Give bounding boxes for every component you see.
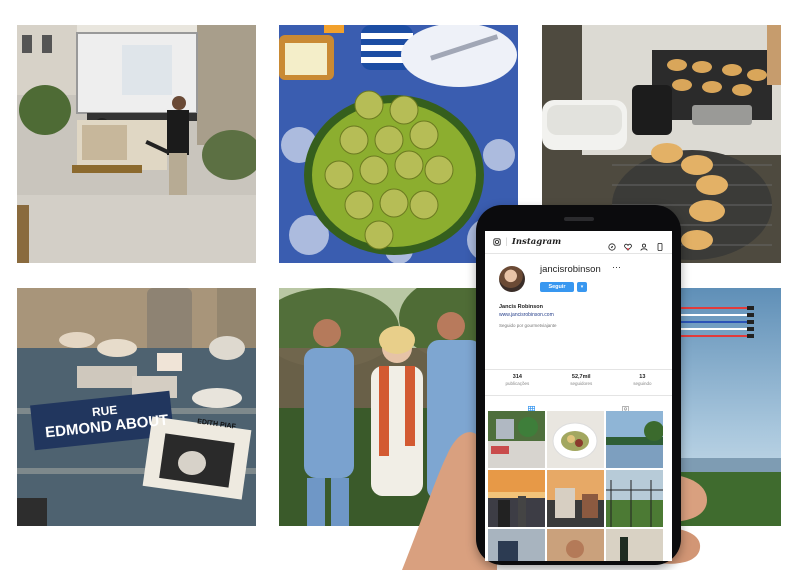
camera-icon [493, 238, 501, 246]
grid-view-icon[interactable] [528, 400, 536, 413]
followed-by-text[interactable]: Seguido por gourmetviajante [499, 323, 557, 328]
instagram-header: | Instagram [485, 231, 672, 254]
post-thumbnail[interactable] [547, 529, 604, 561]
post-thumbnail[interactable] [547, 411, 604, 468]
profile-icon[interactable] [640, 238, 648, 251]
post-thumbnail[interactable] [488, 529, 545, 561]
profile-website-link[interactable]: www.jancisrobinson.com [499, 312, 554, 318]
stat-posts-value: 314 [512, 374, 522, 380]
post-grid [485, 411, 672, 561]
instagram-brand[interactable]: | Instagram [493, 237, 561, 247]
compass-icon[interactable] [608, 238, 616, 251]
tile-truck-delivery[interactable] [17, 25, 256, 263]
avatar[interactable] [499, 266, 525, 292]
profile-stats: 314 publicações 52,7mil seguidores 13 se… [485, 369, 672, 395]
smartphone: | Instagram jancisrobinson ··· Seguir ▾ … [476, 205, 681, 565]
post-thumbnail[interactable] [606, 470, 663, 527]
mobile-icon[interactable] [656, 238, 664, 251]
stat-following[interactable]: 13 seguindo [633, 374, 651, 395]
truck-delivery-photo [17, 25, 256, 263]
heart-icon[interactable] [624, 238, 632, 251]
phone-screen: | Instagram jancisrobinson ··· Seguir ▾ … [485, 231, 672, 561]
stat-followers-label: seguidores [570, 381, 593, 386]
stat-followers-value: 52,7mil [571, 374, 591, 380]
profile-view-tabs [485, 395, 672, 413]
stat-followers[interactable]: 52,7mil seguidores [570, 374, 592, 395]
stat-posts-label: publicações [505, 381, 530, 386]
profile-username: jancisrobinson [540, 264, 601, 275]
instagram-logo-text: Instagram [511, 237, 562, 247]
post-thumbnail[interactable] [606, 529, 663, 561]
stat-following-value: 13 [639, 374, 646, 380]
phone-speaker [564, 217, 594, 221]
more-options-button[interactable]: ··· [612, 262, 621, 272]
post-thumbnail[interactable] [488, 411, 545, 468]
stat-posts[interactable]: 314 publicações [505, 374, 529, 395]
stat-following-label: seguindo [633, 381, 652, 386]
post-thumbnail[interactable] [606, 411, 663, 468]
notification-dot [627, 248, 629, 250]
post-thumbnail[interactable] [488, 470, 545, 527]
follow-button[interactable]: Seguir [540, 282, 574, 292]
suggestions-dropdown-button[interactable]: ▾ [577, 282, 587, 292]
instagram-nav [608, 238, 664, 251]
rue-sign-photo [17, 288, 256, 526]
profile-full-name: Jancis Robinson [499, 304, 544, 310]
post-thumbnail[interactable] [547, 470, 604, 527]
profile-section: jancisrobinson ··· Seguir ▾ Jancis Robin… [485, 254, 672, 344]
tagged-icon[interactable] [621, 400, 629, 413]
tile-rue-edmond-about[interactable]: RUE EDMOND ABOUT EDITH PIAF [17, 288, 256, 526]
